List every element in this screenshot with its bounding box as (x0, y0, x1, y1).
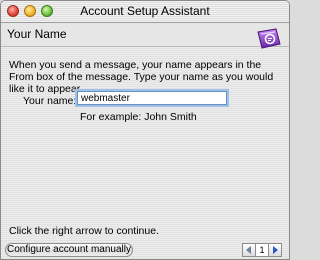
name-input[interactable] (77, 91, 227, 105)
intro-text: When you send a message, your name appea… (9, 59, 274, 95)
arrow-right-icon[interactable] (268, 244, 281, 256)
account-setup-window: Account Setup Assistant Your Name When y… (0, 0, 290, 260)
entourage-icon (255, 26, 283, 52)
page-navigator: 1 (242, 243, 282, 257)
page-number: 1 (259, 245, 265, 255)
page-title: Your Name (7, 27, 67, 41)
example-text: For example: John Smith (80, 111, 197, 123)
arrow-left-icon[interactable] (243, 244, 256, 256)
continue-hint: Click the right arrow to continue. (9, 225, 159, 237)
title-bar[interactable]: Account Setup Assistant (1, 1, 289, 23)
window-title: Account Setup Assistant (80, 4, 210, 18)
name-label: Your name: (23, 95, 77, 107)
configure-manually-button[interactable]: Configure account manually (5, 243, 133, 257)
page-header: Your Name (1, 23, 289, 49)
